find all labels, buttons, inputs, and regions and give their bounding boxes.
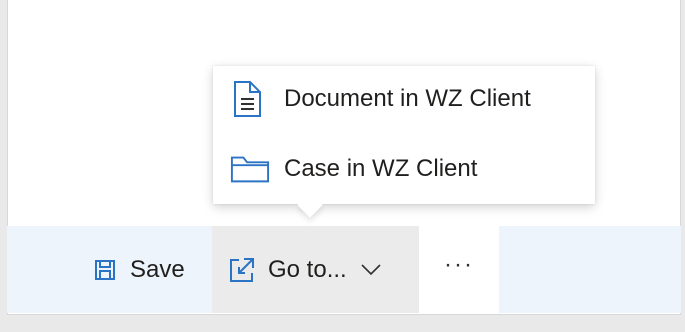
go-to-button[interactable]: Go to...	[212, 226, 419, 313]
document-icon	[230, 80, 270, 118]
save-label: Save	[130, 255, 185, 283]
menu-item-label: Case in WZ Client	[284, 155, 478, 182]
menu-item-document-in-wz-client[interactable]: Document in WZ Client	[213, 66, 595, 132]
folder-icon	[230, 154, 270, 184]
chevron-down-icon	[361, 263, 381, 276]
more-options-button[interactable]: ···	[419, 226, 499, 313]
go-to-label: Go to...	[268, 255, 347, 283]
open-external-icon	[228, 256, 256, 284]
menu-item-case-in-wz-client[interactable]: Case in WZ Client	[213, 138, 595, 200]
more-options-label: ···	[444, 250, 474, 278]
save-disk-icon	[94, 259, 116, 281]
menu-item-label: Document in WZ Client	[284, 85, 531, 112]
save-button[interactable]: Save	[84, 226, 212, 313]
